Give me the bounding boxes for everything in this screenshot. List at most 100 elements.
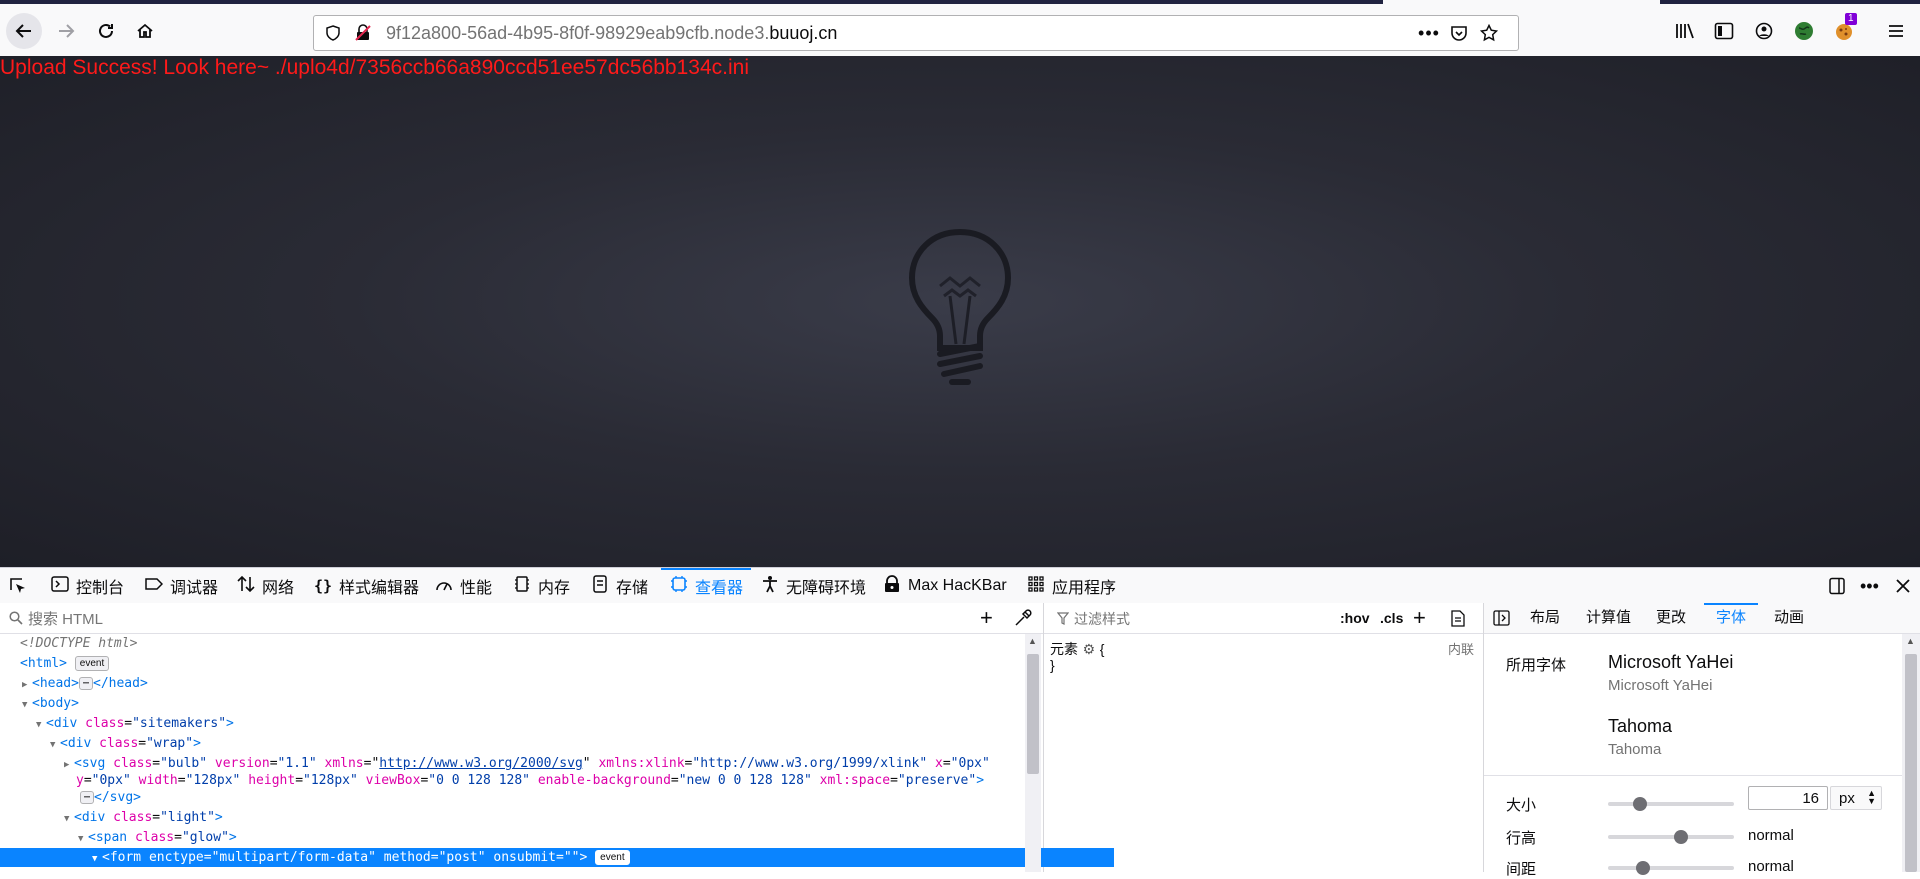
collapsed-ellipsis-icon[interactable]: ⋯	[78, 677, 93, 690]
size-unit-select[interactable]: px ▲ ▼	[1830, 786, 1882, 810]
attr-name: method	[383, 850, 431, 865]
tab-network[interactable]: 网络	[236, 568, 294, 604]
toggle-panel-icon[interactable]	[1493, 610, 1510, 626]
size-slider[interactable]	[1608, 797, 1734, 811]
tab-memory[interactable]: 内存	[512, 568, 570, 604]
collapse-arrow-icon[interactable]: ▼	[36, 716, 46, 735]
element-picker-button[interactable]	[8, 568, 28, 604]
line-height-slider[interactable]	[1608, 830, 1734, 844]
accessibility-icon	[760, 575, 780, 597]
sidebar-icon[interactable]	[1711, 18, 1737, 44]
font-name: Microsoft YaHei	[1608, 652, 1734, 672]
tab-inspector[interactable]: 查看器	[660, 568, 752, 604]
add-node-button[interactable]: +	[980, 607, 993, 629]
markup-scrollbar[interactable]: ▲	[1025, 634, 1041, 872]
tab-layout[interactable]: 布局	[1530, 603, 1560, 633]
url-bar[interactable]: 9f12a800-56ad-4b95-8f0f-98929eab9cfb.nod…	[313, 15, 1519, 51]
side-scrollbar[interactable]: ▲	[1902, 634, 1920, 872]
tab-performance-label: 性能	[460, 580, 493, 597]
attr-value-link[interactable]: http://www.w3.org/2000/svg	[379, 756, 583, 771]
tab-accessibility[interactable]: 无障碍环境	[760, 568, 866, 604]
markup-line-div-wrap[interactable]: ▼ <div class="wrap">	[0, 734, 1072, 753]
tab-debugger[interactable]: 调试器	[144, 568, 218, 604]
collapse-arrow-icon[interactable]: ▼	[22, 696, 32, 715]
gear-icon[interactable]: ⚙	[1082, 641, 1096, 658]
markup-line-svg-close[interactable]: ⋯ </svg>	[0, 788, 1102, 807]
form-tag-name: form	[109, 850, 142, 865]
markup-line-body[interactable]: ▼ <body>	[0, 694, 1044, 713]
home-button[interactable]	[129, 15, 161, 47]
event-badge[interactable]: event	[595, 850, 630, 865]
slider-thumb[interactable]	[1636, 861, 1651, 875]
markup-line-div-sitemakers[interactable]: ▼ <div class="sitemakers">	[0, 714, 1058, 733]
collapse-arrow-icon[interactable]: ▼	[78, 830, 88, 849]
insecure-connection-icon[interactable]	[352, 22, 374, 44]
collapse-arrow-icon[interactable]: ▼	[92, 850, 102, 869]
hover-pseudo-toggle[interactable]: :hov	[1340, 610, 1370, 626]
tab-style-editor[interactable]: {} 样式编辑器	[313, 568, 419, 604]
extension-cookie-icon[interactable]: 1	[1831, 13, 1857, 44]
scroll-up-arrow-icon[interactable]: ▲	[1028, 636, 1037, 646]
scrollbar-thumb[interactable]	[1905, 654, 1917, 872]
tab-changes[interactable]: 更改	[1656, 603, 1686, 633]
element-rule[interactable]: 元素 ⚙ {	[1050, 639, 1104, 659]
attr-value: "128px"	[303, 773, 358, 788]
font-name: Tahoma	[1608, 716, 1673, 736]
tab-computed[interactable]: 计算值	[1586, 603, 1631, 633]
devtools-options-button[interactable]: •••	[1860, 568, 1879, 604]
bookmark-star-icon[interactable]	[1478, 22, 1500, 44]
size-input[interactable]: 16	[1748, 786, 1828, 810]
markup-line-html[interactable]: <html> event	[0, 654, 1042, 673]
attr-value: "128px"	[185, 773, 241, 788]
pocket-icon[interactable]	[1448, 22, 1470, 44]
library-icon[interactable]	[1672, 18, 1698, 44]
scrollbar-thumb[interactable]	[1027, 654, 1039, 774]
attr-value: "0px"	[950, 756, 990, 771]
tab-performance[interactable]: 性能	[434, 568, 492, 604]
event-badge[interactable]: event	[74, 656, 110, 671]
slider-thumb[interactable]	[1674, 830, 1689, 844]
slider-thumb[interactable]	[1632, 797, 1647, 811]
tab-application[interactable]: 应用程序	[1026, 568, 1116, 604]
close-devtools-button[interactable]	[1895, 568, 1911, 604]
reload-button[interactable]	[90, 15, 122, 47]
tab-console[interactable]: 控制台	[50, 568, 124, 604]
account-icon[interactable]	[1751, 18, 1777, 44]
add-rule-button[interactable]: +	[1413, 605, 1426, 631]
expand-arrow-icon[interactable]: ▶	[22, 676, 32, 695]
dock-toggle-button[interactable]	[1828, 568, 1846, 604]
scroll-up-arrow-icon[interactable]: ▲	[1906, 636, 1915, 646]
filter-styles-input[interactable]	[1072, 609, 1326, 629]
back-button[interactable]	[6, 13, 42, 49]
collapsed-ellipsis-icon[interactable]: ⋯	[80, 791, 95, 804]
back-arrow-icon	[15, 24, 31, 38]
eyedropper-button[interactable]	[1014, 609, 1032, 630]
fonts-panel: 所用字体 Microsoft YaHei Microsoft YaHei Tah…	[1484, 634, 1902, 878]
markup-line-form-selected[interactable]: ▼ <form enctype="multipart/form-data" met…	[0, 848, 1114, 867]
html-search-input[interactable]	[26, 608, 970, 630]
more-options-icon: •••	[1860, 575, 1879, 596]
tab-storage[interactable]: 存储	[590, 568, 648, 604]
site-info-shield-icon[interactable]	[322, 22, 344, 44]
tab-max-hackbar[interactable]: Max HacKBar	[882, 568, 1007, 604]
letter-spacing-slider[interactable]	[1608, 861, 1734, 875]
extension-globe-icon[interactable]	[1791, 18, 1817, 44]
collapse-arrow-icon[interactable]: ▼	[50, 736, 60, 755]
collapse-arrow-icon[interactable]: ▼	[64, 810, 74, 829]
print-simulation-icon[interactable]	[1450, 610, 1466, 627]
rules-toolbar: :hov .cls +	[1044, 603, 1483, 634]
markup-line-doctype[interactable]: <!DOCTYPE html>	[0, 634, 1042, 653]
markup-line-span-glow[interactable]: ▼ <span class="glow">	[0, 828, 1100, 847]
class-toggle[interactable]: .cls	[1380, 610, 1403, 626]
markup-line-head[interactable]: ▶ <head> ⋯ </head>	[0, 674, 1044, 693]
menu-icon[interactable]	[1883, 18, 1909, 44]
tab-animations[interactable]: 动画	[1774, 603, 1804, 633]
layout-side-pane: 布局 计算值 更改 字体 动画 所用字体 Microsoft YaHei Mic…	[1484, 603, 1920, 878]
forward-button[interactable]	[50, 15, 82, 47]
attr-value: "bulb"	[160, 756, 208, 771]
tab-fonts[interactable]: 字体	[1703, 603, 1759, 633]
url-text[interactable]: 9f12a800-56ad-4b95-8f0f-98929eab9cfb.nod…	[386, 23, 837, 44]
page-actions-icon[interactable]: •••	[1418, 22, 1440, 44]
close-icon	[1896, 579, 1910, 593]
markup-line-div-light[interactable]: ▼ <div class="light">	[0, 808, 1086, 827]
